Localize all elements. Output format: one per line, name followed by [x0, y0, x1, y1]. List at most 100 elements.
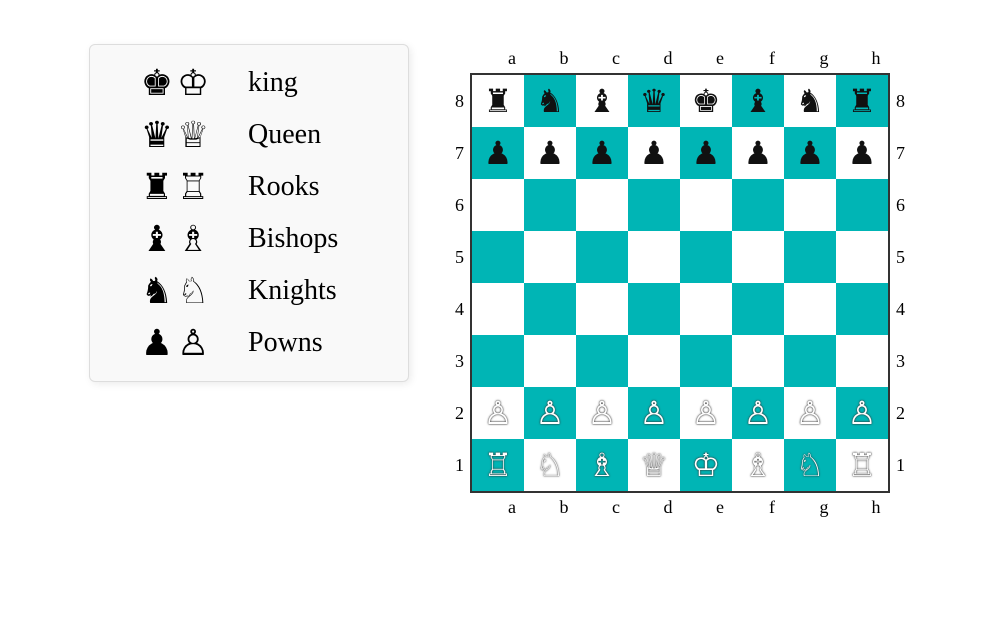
piece-label-rooks: Rooks: [248, 171, 320, 203]
piece-g2: ♙: [796, 397, 825, 429]
cell-f8: ♝: [732, 75, 784, 127]
piece-filled-knights: ♞: [141, 273, 173, 309]
cell-a5: [472, 231, 524, 283]
cell-a6: [472, 179, 524, 231]
cell-f5: [732, 231, 784, 283]
cell-g2: ♙: [784, 387, 836, 439]
piece-e8: ♚: [692, 85, 721, 117]
rank-label-left-3: 3: [455, 335, 464, 387]
rank-label-left-5: 5: [455, 231, 464, 283]
cell-h6: [836, 179, 888, 231]
cell-a2: ♙: [472, 387, 524, 439]
cell-b5: [524, 231, 576, 283]
piece-icons-powns: ♟ ♙: [120, 325, 230, 361]
piece-b2: ♙: [536, 397, 565, 429]
cell-f2: ♙: [732, 387, 784, 439]
piece-b7: ♟: [536, 137, 565, 169]
cell-b8: ♞: [524, 75, 576, 127]
rank-labels-left: 87654321: [449, 75, 470, 491]
cell-d8: ♛: [628, 75, 680, 127]
cell-h4: [836, 283, 888, 335]
legend-row-queen: ♛ ♕ Queen: [120, 117, 378, 153]
rank-label-left-2: 2: [455, 387, 464, 439]
piece-f7: ♟: [744, 137, 773, 169]
file-label-h: h: [850, 48, 902, 69]
rank-label-left-4: 4: [455, 283, 464, 335]
rank-label-left-7: 7: [455, 127, 464, 179]
piece-filled-rooks: ♜: [141, 169, 173, 205]
cell-a8: ♜: [472, 75, 524, 127]
piece-g7: ♟: [796, 137, 825, 169]
legend-card: ♚ ♔ king ♛ ♕ Queen ♜ ♖ Rooks ♝ ♗ Bishops…: [89, 44, 409, 382]
cell-g6: [784, 179, 836, 231]
cell-h7: ♟: [836, 127, 888, 179]
main-content: ♚ ♔ king ♛ ♕ Queen ♜ ♖ Rooks ♝ ♗ Bishops…: [89, 44, 911, 522]
cell-b7: ♟: [524, 127, 576, 179]
legend-row-powns: ♟ ♙ Powns: [120, 325, 378, 361]
file-label-g: g: [798, 48, 850, 69]
cell-e1: ♔: [680, 439, 732, 491]
piece-icons-queen: ♛ ♕: [120, 117, 230, 153]
cell-c8: ♝: [576, 75, 628, 127]
piece-a7: ♟: [484, 137, 513, 169]
cell-c1: ♗: [576, 439, 628, 491]
piece-g8: ♞: [796, 85, 825, 117]
piece-f8: ♝: [744, 85, 773, 117]
cell-c6: [576, 179, 628, 231]
piece-d7: ♟: [640, 137, 669, 169]
cell-b3: [524, 335, 576, 387]
cell-c5: [576, 231, 628, 283]
legend-row-knights: ♞ ♘ Knights: [120, 273, 378, 309]
legend-row-rooks: ♜ ♖ Rooks: [120, 169, 378, 205]
cell-d2: ♙: [628, 387, 680, 439]
cell-g1: ♘: [784, 439, 836, 491]
piece-filled-king: ♚: [141, 65, 173, 101]
cell-g7: ♟: [784, 127, 836, 179]
cell-f1: ♗: [732, 439, 784, 491]
piece-label-king: king: [248, 67, 298, 99]
cell-a3: [472, 335, 524, 387]
piece-filled-bishops: ♝: [141, 221, 173, 257]
piece-icons-bishops: ♝ ♗: [120, 221, 230, 257]
piece-label-knights: Knights: [248, 275, 337, 307]
cell-a4: [472, 283, 524, 335]
rank-label-right-4: 4: [896, 283, 905, 335]
legend-row-king: ♚ ♔ king: [120, 65, 378, 101]
file-labels-top: abcdefgh: [486, 44, 902, 73]
cell-d5: [628, 231, 680, 283]
piece-f1: ♗: [744, 449, 773, 481]
piece-icons-king: ♚ ♔: [120, 65, 230, 101]
file-label-bottom-c: c: [590, 497, 642, 518]
rank-label-right-6: 6: [896, 179, 905, 231]
file-label-c: c: [590, 48, 642, 69]
piece-b1: ♘: [536, 449, 565, 481]
piece-h1: ♖: [848, 449, 877, 481]
cell-b6: [524, 179, 576, 231]
cell-e4: [680, 283, 732, 335]
piece-g1: ♘: [796, 449, 825, 481]
rank-label-left-6: 6: [455, 179, 464, 231]
piece-d8: ♛: [640, 85, 669, 117]
file-label-b: b: [538, 48, 590, 69]
file-label-bottom-f: f: [746, 497, 798, 518]
piece-e2: ♙: [692, 397, 721, 429]
cell-f4: [732, 283, 784, 335]
piece-a1: ♖: [484, 449, 513, 481]
piece-label-powns: Powns: [248, 327, 323, 359]
rank-label-right-2: 2: [896, 387, 905, 439]
cell-c2: ♙: [576, 387, 628, 439]
piece-label-bishops: Bishops: [248, 223, 338, 255]
piece-a2: ♙: [484, 397, 513, 429]
piece-d2: ♙: [640, 397, 669, 429]
file-label-bottom-g: g: [798, 497, 850, 518]
cell-c4: [576, 283, 628, 335]
piece-d1: ♕: [640, 449, 669, 481]
cell-h8: ♜: [836, 75, 888, 127]
file-label-a: a: [486, 48, 538, 69]
piece-e7: ♟: [692, 137, 721, 169]
piece-c7: ♟: [588, 137, 617, 169]
file-label-bottom-b: b: [538, 497, 590, 518]
file-label-d: d: [642, 48, 694, 69]
cell-f3: [732, 335, 784, 387]
cell-d7: ♟: [628, 127, 680, 179]
